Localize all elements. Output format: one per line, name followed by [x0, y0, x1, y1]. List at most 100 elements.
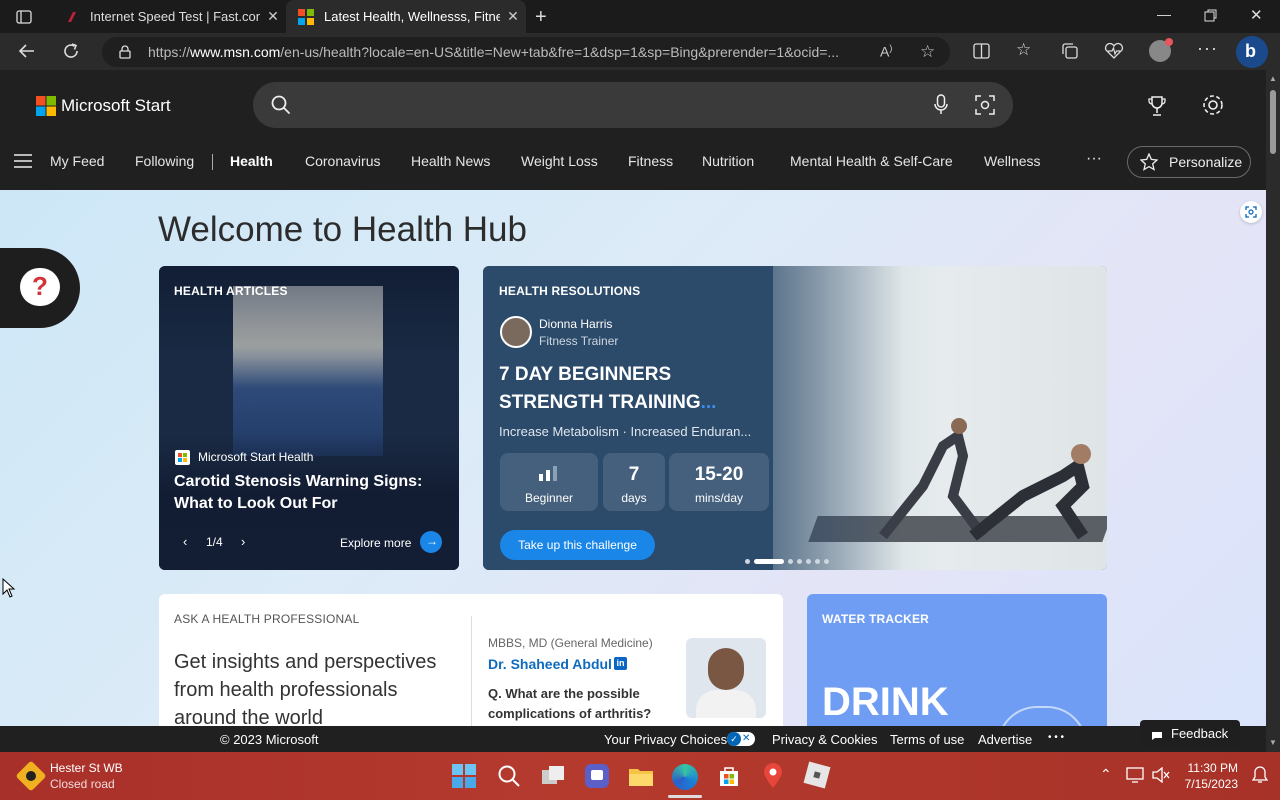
- microphone-icon[interactable]: [933, 94, 949, 116]
- refresh-icon[interactable]: [62, 42, 80, 60]
- nav-nutrition[interactable]: Nutrition: [702, 153, 754, 169]
- notifications-bell-icon[interactable]: [1252, 766, 1268, 784]
- rewards-trophy-icon[interactable]: [1147, 95, 1167, 117]
- url-text[interactable]: https://www.msn.com/en-us/health?locale=…: [148, 44, 868, 60]
- page-scrollbar[interactable]: ▲ ▼: [1266, 70, 1280, 752]
- advertise-link[interactable]: Advertise: [978, 732, 1032, 747]
- traffic-title[interactable]: Hester St WB: [50, 761, 123, 775]
- start-windows-icon[interactable]: [452, 764, 476, 788]
- restore-icon[interactable]: [1204, 9, 1217, 22]
- lock-icon[interactable]: [119, 45, 131, 59]
- nav-more-icon[interactable]: ···: [1086, 150, 1102, 168]
- challenge-title-line2[interactable]: STRENGTH TRAINING...: [499, 392, 716, 414]
- take-up-challenge-button[interactable]: Take up this challenge: [500, 530, 655, 560]
- close-window-icon[interactable]: ✕: [1250, 6, 1263, 24]
- roblox-icon[interactable]: [803, 761, 831, 789]
- prev-article-icon[interactable]: ‹: [183, 534, 187, 549]
- tab-fast[interactable]: Internet Speed Test | Fast.com ✕: [52, 0, 286, 33]
- search-icon[interactable]: [271, 95, 291, 115]
- question-text[interactable]: Q. What are the possible complications o…: [488, 684, 668, 724]
- feedback-label: Feedback: [1171, 726, 1229, 741]
- edge-browser-icon[interactable]: [668, 764, 702, 798]
- nav-following[interactable]: Following: [135, 153, 194, 169]
- microsoft-logo-icon[interactable]: [36, 96, 56, 116]
- nav-weight-loss[interactable]: Weight Loss: [521, 153, 598, 169]
- page-settings-gear-icon[interactable]: [1201, 93, 1225, 117]
- terms-link[interactable]: Terms of use: [890, 732, 964, 747]
- explore-arrow-icon[interactable]: →: [420, 531, 442, 553]
- health-resolutions-card[interactable]: HEALTH RESOLUTIONS Dionna Harris Fitness…: [483, 266, 1107, 570]
- linkedin-icon[interactable]: in: [614, 657, 627, 670]
- hamburger-menu-icon[interactable]: [14, 154, 32, 168]
- tab-actions-icon[interactable]: [16, 9, 32, 25]
- minimize-icon[interactable]: —: [1157, 6, 1171, 22]
- nav-health[interactable]: Health: [230, 153, 273, 169]
- explore-more-link[interactable]: Explore more: [340, 536, 411, 550]
- article-headline[interactable]: Carotid Stenosis Warning Signs: What to …: [174, 471, 444, 515]
- display-icon[interactable]: [1126, 767, 1144, 783]
- settings-more-icon[interactable]: ···: [1197, 38, 1218, 59]
- scrollbar-thumb[interactable]: [1270, 90, 1276, 154]
- profile-avatar[interactable]: [1149, 38, 1173, 62]
- tray-chevron-icon[interactable]: ⌃: [1100, 766, 1112, 783]
- address-bar[interactable]: https://www.msn.com/en-us/health?locale=…: [102, 37, 950, 67]
- personalize-star-icon: [1140, 153, 1158, 171]
- feedback-button[interactable]: Feedback: [1140, 720, 1240, 748]
- trainer-name: Dionna Harris: [539, 317, 613, 331]
- visual-search-icon[interactable]: [975, 95, 995, 115]
- tab-title: Internet Speed Test | Fast.com: [90, 9, 260, 24]
- health-articles-card[interactable]: HEALTH ARTICLES Microsoft Start Health C…: [159, 266, 459, 570]
- task-view-icon[interactable]: [541, 764, 565, 788]
- back-icon[interactable]: [18, 42, 36, 60]
- next-article-icon[interactable]: ›: [241, 534, 245, 549]
- maps-pin-icon[interactable]: [761, 762, 785, 790]
- help-bubble[interactable]: ?: [0, 248, 80, 328]
- scroll-down-icon[interactable]: ▼: [1269, 738, 1277, 747]
- nav-coronavirus[interactable]: Coronavirus: [305, 153, 380, 169]
- nav-mental-health[interactable]: Mental Health & Self-Care: [790, 153, 953, 169]
- health-icon[interactable]: [1104, 42, 1124, 60]
- challenge-title-line1[interactable]: 7 DAY BEGINNERS: [499, 364, 671, 386]
- nav-fitness[interactable]: Fitness: [628, 153, 673, 169]
- doctor-name-link[interactable]: Dr. Shaheed Abdul: [488, 656, 612, 672]
- new-tab-icon[interactable]: +: [535, 6, 547, 29]
- close-tab-icon[interactable]: ✕: [500, 8, 526, 25]
- collections-icon[interactable]: [1061, 42, 1079, 60]
- search-input[interactable]: [253, 82, 1013, 128]
- bing-chat-icon[interactable]: b: [1236, 36, 1268, 68]
- favorites-icon[interactable]: ☆: [1016, 40, 1031, 60]
- file-explorer-icon[interactable]: [628, 765, 654, 787]
- read-aloud-icon[interactable]: A): [880, 43, 892, 60]
- favorite-star-icon[interactable]: ☆: [920, 42, 935, 62]
- title-ellipsis: ...: [700, 392, 717, 413]
- microsoft-store-icon[interactable]: [717, 764, 741, 788]
- nav-wellness[interactable]: Wellness: [984, 153, 1041, 169]
- footer-more-icon[interactable]: • • •: [1048, 732, 1064, 743]
- privacy-cookies-link[interactable]: Privacy & Cookies: [772, 732, 877, 747]
- scroll-up-icon[interactable]: ▲: [1269, 74, 1277, 83]
- nav-my-feed[interactable]: My Feed: [50, 153, 104, 169]
- visual-search-float-icon[interactable]: [1240, 201, 1262, 223]
- traffic-alert-icon[interactable]: [15, 760, 47, 792]
- url-prefix: https://: [148, 44, 191, 60]
- taskbar-search-icon[interactable]: [497, 764, 521, 788]
- doctor-photo: [686, 638, 766, 718]
- water-tracker-card[interactable]: WATER TRACKER DRINK: [807, 594, 1107, 726]
- tab-msn-health[interactable]: Latest Health, Wellnesss, Fitness, ✕: [286, 0, 526, 33]
- clock-date[interactable]: 7/15/2023: [1176, 777, 1238, 791]
- url-domain: www.msn.com: [190, 44, 281, 60]
- nav-health-news[interactable]: Health News: [411, 153, 490, 169]
- ask-description: Get insights and perspectives from healt…: [174, 651, 437, 726]
- clock-time[interactable]: 11:30 PM: [1186, 761, 1238, 775]
- teams-chat-icon[interactable]: [585, 764, 609, 788]
- brand-name[interactable]: Microsoft Start: [61, 96, 171, 116]
- challenge-title-text: STRENGTH TRAINING: [499, 392, 701, 413]
- close-tab-icon[interactable]: ✕: [260, 8, 286, 25]
- volume-muted-icon[interactable]: [1152, 767, 1170, 783]
- privacy-toggle-icon[interactable]: ✓ ✕: [727, 732, 755, 746]
- privacy-choices-link[interactable]: Your Privacy Choices: [604, 732, 727, 747]
- carousel-dots[interactable]: [745, 559, 829, 564]
- ask-professional-card[interactable]: ASK A HEALTH PROFESSIONAL Get insights a…: [159, 594, 783, 726]
- personalize-button[interactable]: Personalize: [1127, 146, 1251, 178]
- split-screen-icon[interactable]: [973, 43, 990, 59]
